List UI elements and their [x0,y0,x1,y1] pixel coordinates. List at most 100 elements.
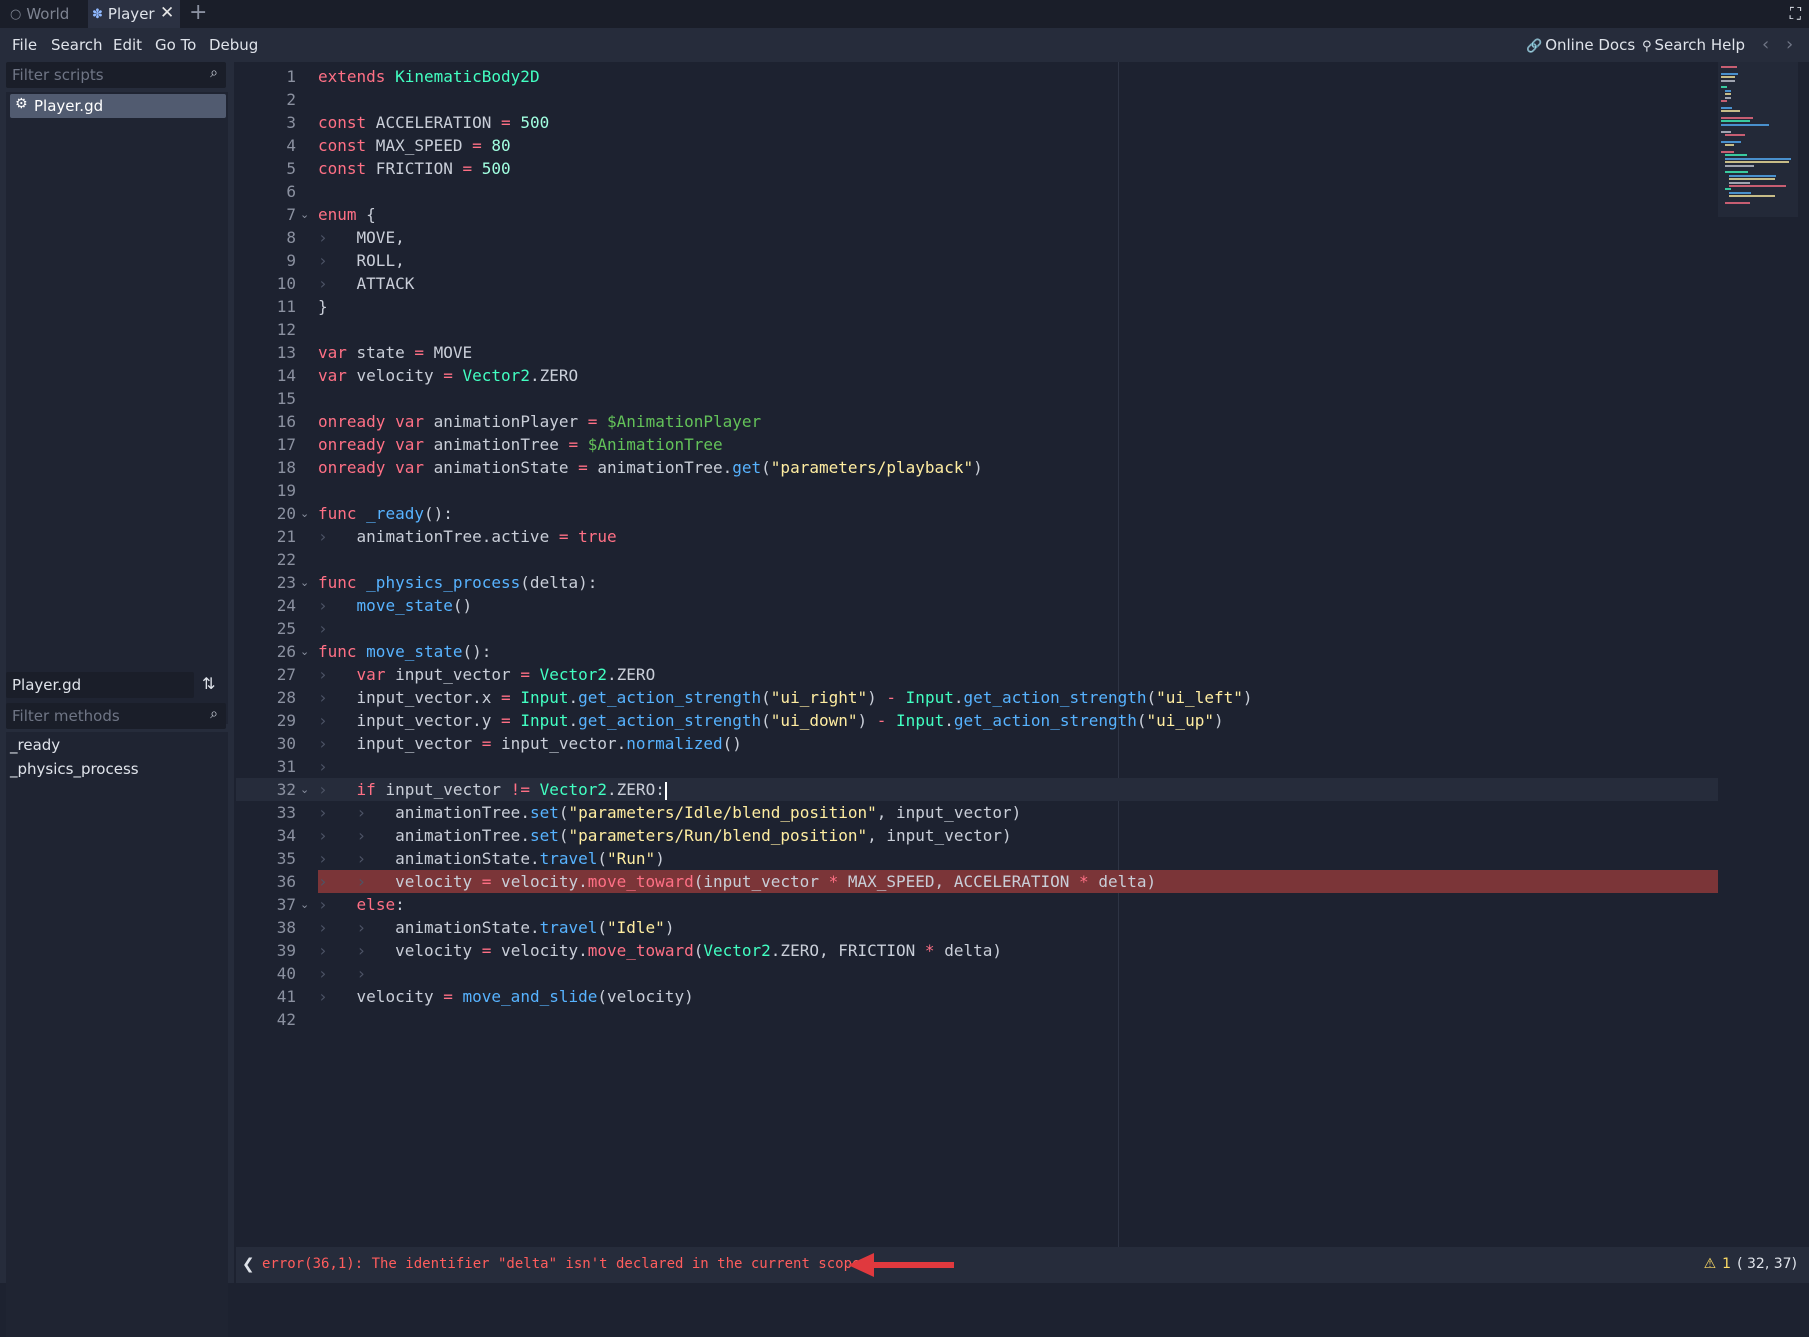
menu-debug[interactable]: Debug [209,36,258,54]
code-line[interactable] [318,1008,1798,1031]
code-line[interactable] [318,387,1798,410]
line-number: 23 [276,573,296,592]
code-line[interactable]: onready var animationPlayer = $Animation… [318,410,1798,433]
code-line[interactable]: func move_state(): [318,640,1798,663]
code-line[interactable]: func _physics_process(delta): [318,571,1798,594]
fold-arrow-icon[interactable]: ⌄ [300,893,309,916]
code-line[interactable]: › animationTree.active = true [318,525,1798,548]
code-line[interactable]: const FRICTION = 500 [318,157,1798,180]
toggle-scripts-panel-icon[interactable]: ❮ [242,1255,255,1273]
code-line[interactable]: › velocity = move_and_slide(velocity) [318,985,1798,1008]
online-docs-label: Online Docs [1545,36,1636,54]
line-number: 33 [276,803,296,822]
history-forward-icon[interactable]: › [1786,34,1793,55]
search-icon: ⌕ [210,65,218,81]
search-help-button[interactable]: ⚲ Search Help [1642,36,1745,54]
code-line[interactable]: › if input_vector != Vector2.ZERO: [318,778,1798,801]
script-menu-bar: File Search Edit Go To Debug 🔗 Online Doc… [0,28,1809,62]
filter-methods-input[interactable]: Filter methods ⌕ [6,703,226,729]
script-item-player[interactable]: ⚙ Player.gd [10,94,226,118]
line-number: 40 [276,964,296,983]
code-line[interactable]: › › [318,962,1798,985]
code-line[interactable] [318,548,1798,571]
close-tab-icon[interactable]: ✕ [160,3,174,23]
line-number: 26 [276,642,296,661]
menu-search[interactable]: Search [51,36,103,54]
method-list: _ready _physics_process [6,732,228,1337]
history-back-icon[interactable]: ‹ [1762,34,1769,55]
code-line[interactable]: onready var animationState = animationTr… [318,456,1798,479]
code-line[interactable]: › move_state() [318,594,1798,617]
search-icon: ⌕ [210,706,218,722]
menu-edit[interactable]: Edit [113,36,142,54]
method-item-physics-process[interactable]: _physics_process [10,760,139,778]
line-number: 32 [276,780,296,799]
code-line[interactable]: const ACCELERATION = 500 [318,111,1798,134]
code-line[interactable]: func _ready(): [318,502,1798,525]
code-line[interactable]: var state = MOVE [318,341,1798,364]
code-line[interactable]: › › velocity = velocity.move_toward(Vect… [318,939,1798,962]
tab-world[interactable]: ○ World [10,0,69,28]
code-line[interactable]: › else: [318,893,1798,916]
code-line[interactable]: const MAX_SPEED = 80 [318,134,1798,157]
script-item-label: Player.gd [34,97,104,115]
menu-file[interactable]: File [12,36,37,54]
line-number: 39 [276,941,296,960]
code-line[interactable]: } [318,295,1798,318]
menu-go-to[interactable]: Go To [155,36,196,54]
code-line[interactable]: onready var animationTree = $AnimationTr… [318,433,1798,456]
search-help-label: Search Help [1654,36,1746,54]
fold-arrow-icon[interactable]: ⌄ [300,203,309,226]
line-number: 38 [276,918,296,937]
code-line[interactable] [318,479,1798,502]
line-number: 25 [276,619,296,638]
add-tab-icon[interactable]: + [189,1,207,25]
code-line[interactable]: › › animationTree.set("parameters/Idle/b… [318,801,1798,824]
code-line[interactable]: extends KinematicBody2D [318,65,1798,88]
code-line[interactable]: › › animationTree.set("parameters/Run/bl… [318,824,1798,847]
code-line[interactable]: › › animationState.travel("Idle") [318,916,1798,939]
code-line[interactable]: › [318,617,1798,640]
code-line[interactable] [318,88,1798,111]
code-line[interactable]: › [318,755,1798,778]
fold-arrow-icon[interactable]: ⌄ [300,640,309,663]
line-number: 41 [276,987,296,1006]
online-docs-button[interactable]: 🔗 Online Docs [1526,36,1635,54]
sort-methods-icon[interactable]: ⇅ [202,674,215,693]
code-line[interactable]: › › animationState.travel("Run") [318,847,1798,870]
filter-scripts-input[interactable]: Filter scripts ⌕ [6,62,226,88]
warning-icon[interactable]: ⚠ [1704,1256,1717,1272]
code-line[interactable]: › input_vector = input_vector.normalized… [318,732,1798,755]
script-list-panel: Filter scripts ⌕ ⚙ Player.gd Player.gd ⇅… [0,62,234,1337]
line-number: 24 [276,596,296,615]
line-number: 13 [276,343,296,362]
code-line[interactable]: › ATTACK [318,272,1798,295]
error-message[interactable]: error(36,1): The identifier "delta" isn'… [262,1256,869,1272]
line-number: 29 [276,711,296,730]
code-line[interactable]: › input_vector.y = Input.get_action_stre… [318,709,1798,732]
code-line[interactable]: › var input_vector = Vector2.ZERO [318,663,1798,686]
code-line[interactable]: › ROLL, [318,249,1798,272]
code-line[interactable]: var velocity = Vector2.ZERO [318,364,1798,387]
line-number: 1 [286,67,296,86]
code-line[interactable]: › › velocity = velocity.move_toward(inpu… [318,870,1798,893]
code-line[interactable]: › input_vector.x = Input.get_action_stre… [318,686,1798,709]
player-node-icon: ✽ [92,6,103,22]
line-number: 2 [286,90,296,109]
fold-arrow-icon[interactable]: ⌄ [300,778,309,801]
fold-arrow-icon[interactable]: ⌄ [300,571,309,594]
fullscreen-icon[interactable]: ⛶ [1790,4,1801,24]
code-line[interactable]: › MOVE, [318,226,1798,249]
code-line[interactable] [318,318,1798,341]
code-line[interactable] [318,180,1798,203]
fold-arrow-icon[interactable]: ⌄ [300,502,309,525]
line-number: 10 [276,274,296,293]
code-editor[interactable]: 1 extends KinematicBody2D 2 3 const ACCELERA… [236,62,1809,1247]
warning-count: 1 [1722,1256,1732,1272]
line-number: 9 [286,251,296,270]
method-item-ready[interactable]: _ready [10,736,60,754]
script-list: ⚙ Player.gd [6,92,228,724]
line-number: 37 [276,895,296,914]
code-line[interactable]: enum { [318,203,1798,226]
link-icon: 🔗 [1526,39,1543,54]
